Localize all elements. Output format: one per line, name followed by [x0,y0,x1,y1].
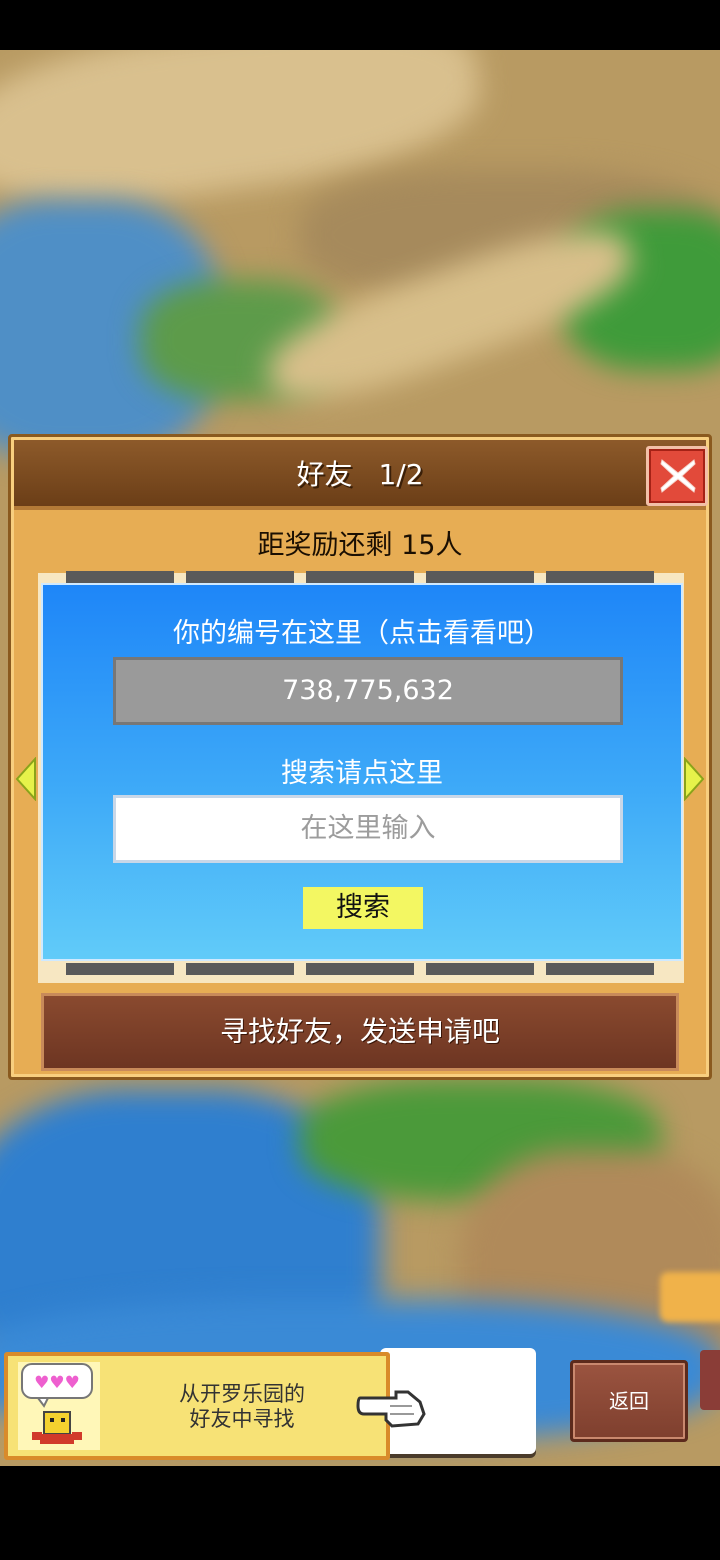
back-button[interactable]: 返回 [570,1360,688,1442]
kairo-text-line1: 从开罗乐园的 [179,1382,305,1406]
page-indicator: 1/2 [378,458,424,491]
kairo-mascot-icon: ♥♥♥ [18,1362,100,1450]
svg-text:♥♥♥: ♥♥♥ [34,1373,80,1393]
dialog-title-text: 好友 [296,458,353,491]
status-bar [0,0,720,50]
right-arrow-icon[interactable] [683,757,705,801]
friend-search-input[interactable]: 在这里输入 [113,795,623,863]
kairo-text-line2: 好友中寻找 [189,1407,295,1431]
close-icon [660,459,696,493]
search-button[interactable]: 搜索 [303,887,423,929]
kairo-park-friend-button[interactable]: ♥♥♥ 从开罗乐园的 好友中寻找 [4,1352,390,1460]
id-label: 你的编号在这里（点击看看吧） [173,618,551,649]
dialog-header: 好友 1/2 [14,440,708,510]
search-label: 搜索请点这里 [281,758,443,789]
pointing-hand-icon [356,1390,426,1428]
find-friends-button[interactable]: 寻找好友，发送申请吧 [41,993,679,1071]
reward-remaining-text: 距奖励还剩 15人 [257,530,463,561]
player-id-display[interactable]: 738,775,632 [113,657,623,725]
close-button[interactable] [646,446,708,506]
friends-dialog: 好友 1/2 距奖励还剩 15人 你的编号在这里（点击看看吧） 738,775,6… [8,434,712,1080]
kairo-friend-text: 从开罗乐园的 好友中寻找 [128,1382,356,1432]
dialog-title: 好友 1/2 [14,440,706,510]
navigation-bar [0,1466,720,1560]
friend-id-panel: 你的编号在这里（点击看看吧） 738,775,632 搜索请点这里 在这里输入 … [41,583,683,961]
left-arrow-icon[interactable] [15,757,37,801]
